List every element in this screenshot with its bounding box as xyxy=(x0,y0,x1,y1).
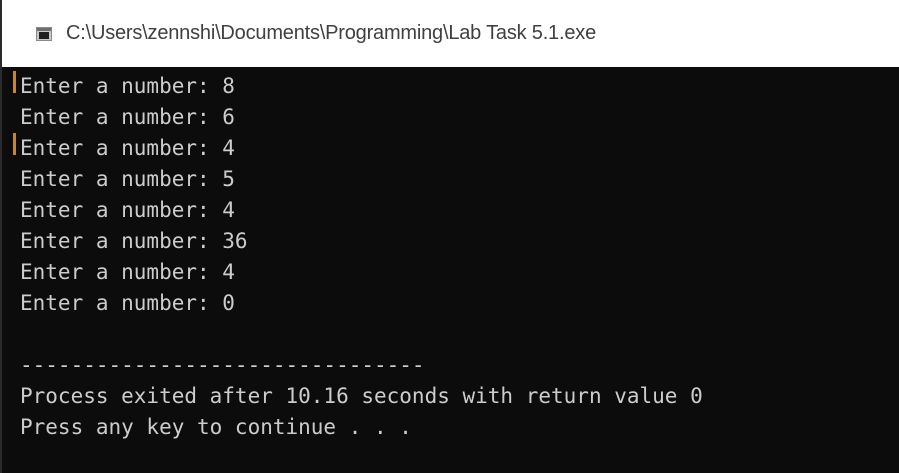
window-title: C:\Users\zennshi\Documents\Programming\L… xyxy=(66,22,596,44)
press-any-key-prompt: Press any key to continue . . . xyxy=(20,415,412,439)
icon-titlebar-strip xyxy=(37,27,51,31)
console-line: Enter a number: 36 xyxy=(20,229,248,253)
edge-highlight-mark xyxy=(13,133,16,155)
window-left-border xyxy=(0,0,2,473)
separator-line: -------------------------------- xyxy=(20,353,425,377)
console-line: Enter a number: 4 xyxy=(20,198,235,222)
process-exit-message: Process exited after 10.16 seconds with … xyxy=(20,384,703,408)
edge-highlight-mark xyxy=(13,71,16,93)
icon-screen-area xyxy=(39,31,49,39)
console-output[interactable]: Enter a number: 8 Enter a number: 6 Ente… xyxy=(0,67,899,473)
console-line: Enter a number: 5 xyxy=(20,167,235,191)
console-line: Enter a number: 6 xyxy=(20,105,235,129)
console-line: Enter a number: 4 xyxy=(20,260,235,284)
console-line: Enter a number: 8 xyxy=(20,74,235,98)
console-line: Enter a number: 4 xyxy=(20,136,235,160)
console-window: C:\Users\zennshi\Documents\Programming\L… xyxy=(0,0,899,473)
console-app-icon[interactable] xyxy=(36,26,52,41)
title-bar[interactable]: C:\Users\zennshi\Documents\Programming\L… xyxy=(0,0,899,67)
console-line: Enter a number: 0 xyxy=(20,291,235,315)
